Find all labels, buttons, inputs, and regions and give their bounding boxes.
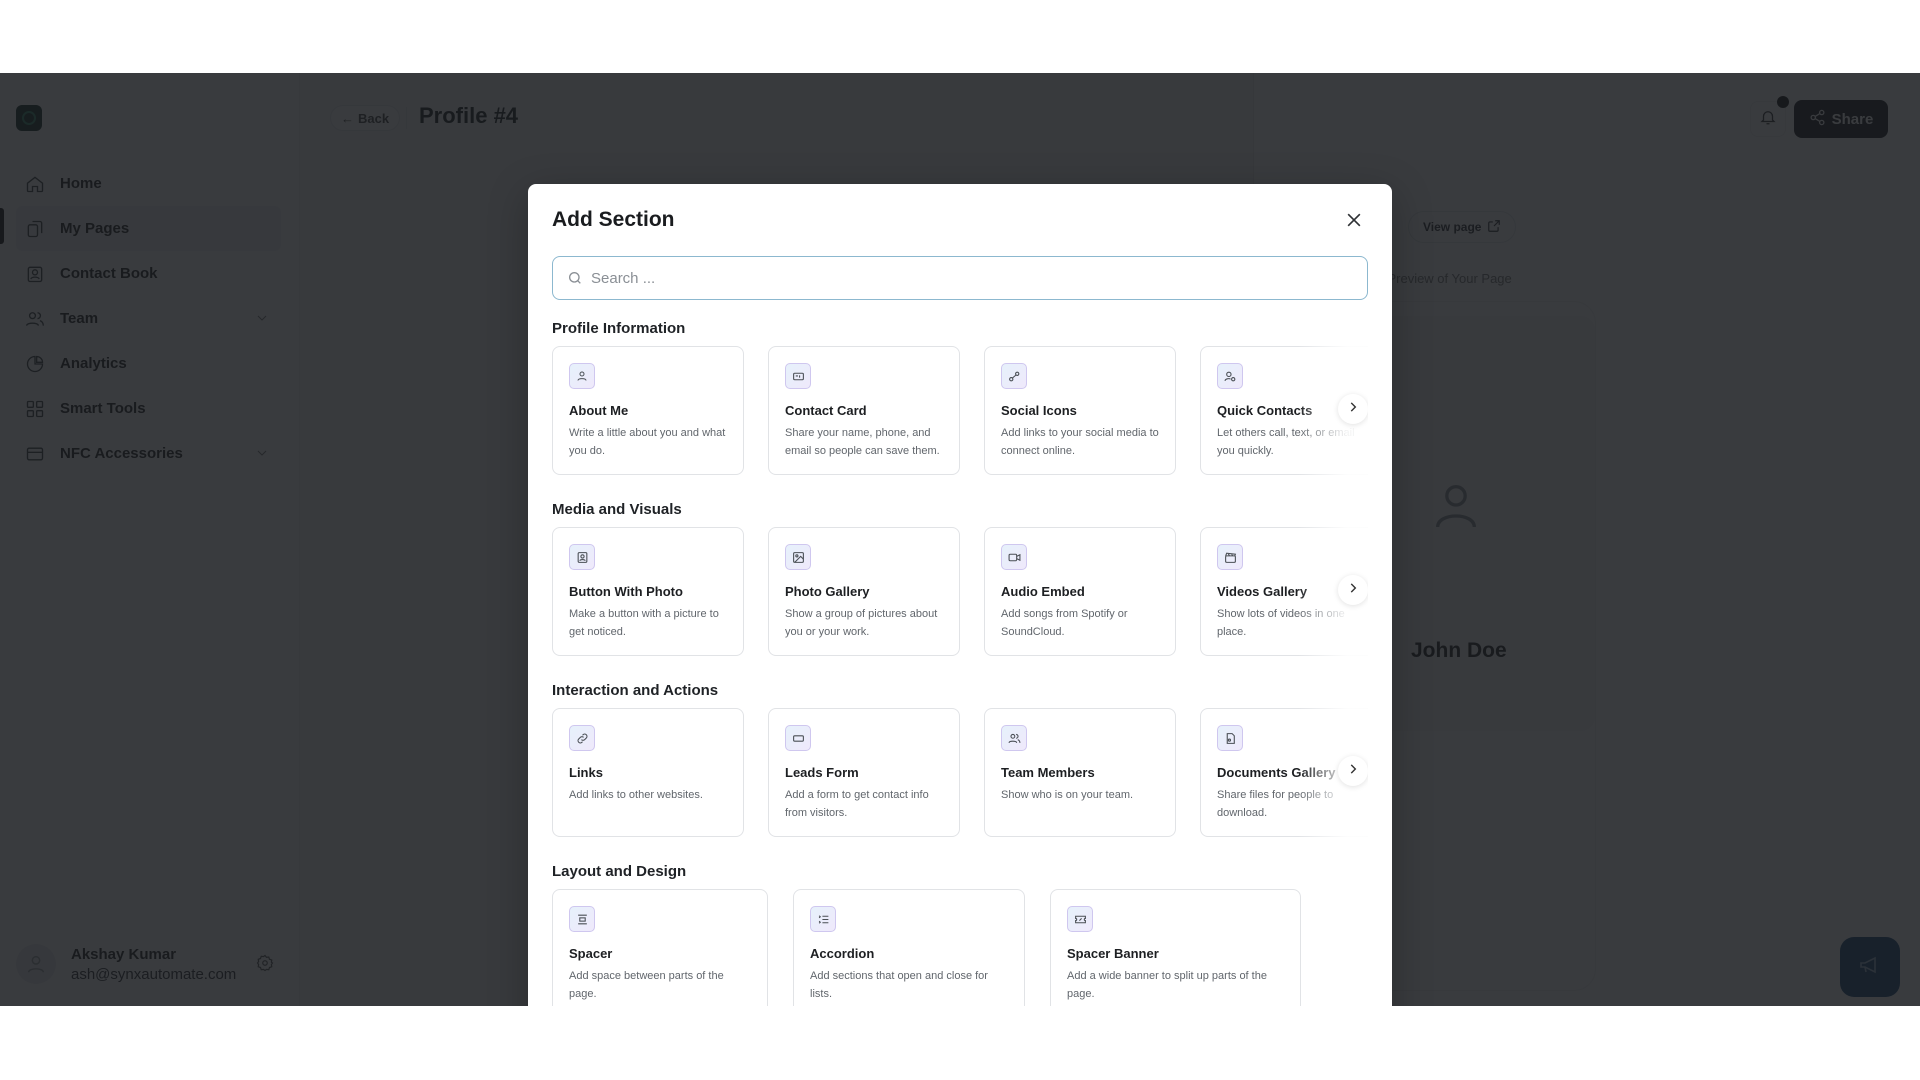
- clapperboard-icon: [1217, 544, 1243, 570]
- section-card-spacer-banner[interactable]: Spacer Banner Add a wide banner to split…: [1050, 889, 1301, 1006]
- form-icon: [785, 725, 811, 751]
- section-card-social-icons[interactable]: Social Icons Add links to your social me…: [984, 346, 1176, 475]
- scroll-right-button[interactable]: [1338, 575, 1368, 605]
- section-row-interaction-and-actions: Links Add links to other websites. Leads…: [552, 708, 1368, 838]
- modal-title: Add Section: [552, 208, 675, 231]
- search-field[interactable]: [552, 256, 1368, 300]
- section-card-links[interactable]: Links Add links to other websites.: [552, 708, 744, 837]
- link-icon: [569, 725, 595, 751]
- image-icon: [785, 544, 811, 570]
- app-viewport: Home My Pages Contact Book Team Analytic…: [0, 73, 1920, 1006]
- group-title-media-and-visuals: Media and Visuals: [552, 501, 682, 518]
- group-title-layout-and-design: Layout and Design: [552, 863, 687, 880]
- user-icon: [569, 363, 595, 389]
- photo-button-icon: [569, 544, 595, 570]
- close-icon: [1344, 210, 1364, 235]
- id-card-icon: [785, 363, 811, 389]
- add-section-modal: Add Section Profile Information About Me…: [528, 184, 1392, 1006]
- spacer-icon: [569, 906, 595, 932]
- section-card-contact-card[interactable]: Contact Card Share your name, phone, and…: [768, 346, 960, 475]
- document-icon: [1217, 725, 1243, 751]
- section-row-layout-and-design: Spacer Add space between parts of the pa…: [552, 889, 1368, 1006]
- section-card-spacer[interactable]: Spacer Add space between parts of the pa…: [552, 889, 768, 1006]
- section-card-button-with-photo[interactable]: Button With Photo Make a button with a p…: [552, 527, 744, 656]
- group-title-interaction-and-actions: Interaction and Actions: [552, 682, 719, 699]
- video-camera-icon: [1001, 544, 1027, 570]
- section-row-media-and-visuals: Button With Photo Make a button with a p…: [552, 527, 1368, 657]
- section-row-profile-information: About Me Write a little about you and wh…: [552, 346, 1368, 476]
- ticket-icon: [1067, 906, 1093, 932]
- search-input[interactable]: [591, 269, 1351, 287]
- section-card-accordion[interactable]: Accordion Add sections that open and clo…: [793, 889, 1025, 1006]
- user-search-icon: [1217, 363, 1243, 389]
- chevron-right-icon: [1346, 400, 1360, 419]
- section-card-team-members[interactable]: Team Members Show who is on your team.: [984, 708, 1176, 837]
- scroll-right-button[interactable]: [1338, 756, 1368, 786]
- social-icon: [1001, 363, 1027, 389]
- chevron-right-icon: [1346, 762, 1360, 781]
- section-card-audio-embed[interactable]: Audio Embed Add songs from Spotify or So…: [984, 527, 1176, 656]
- group-title-profile-information: Profile Information: [552, 320, 686, 337]
- team-icon: [1001, 725, 1027, 751]
- search-icon: [567, 270, 583, 286]
- close-button[interactable]: [1340, 208, 1368, 236]
- list-icon: [810, 906, 836, 932]
- scroll-right-button[interactable]: [1338, 394, 1368, 424]
- section-card-about-me[interactable]: About Me Write a little about you and wh…: [552, 346, 744, 475]
- chevron-right-icon: [1346, 581, 1360, 600]
- section-card-leads-form[interactable]: Leads Form Add a form to get contact inf…: [768, 708, 960, 837]
- section-card-photo-gallery[interactable]: Photo Gallery Show a group of pictures a…: [768, 527, 960, 656]
